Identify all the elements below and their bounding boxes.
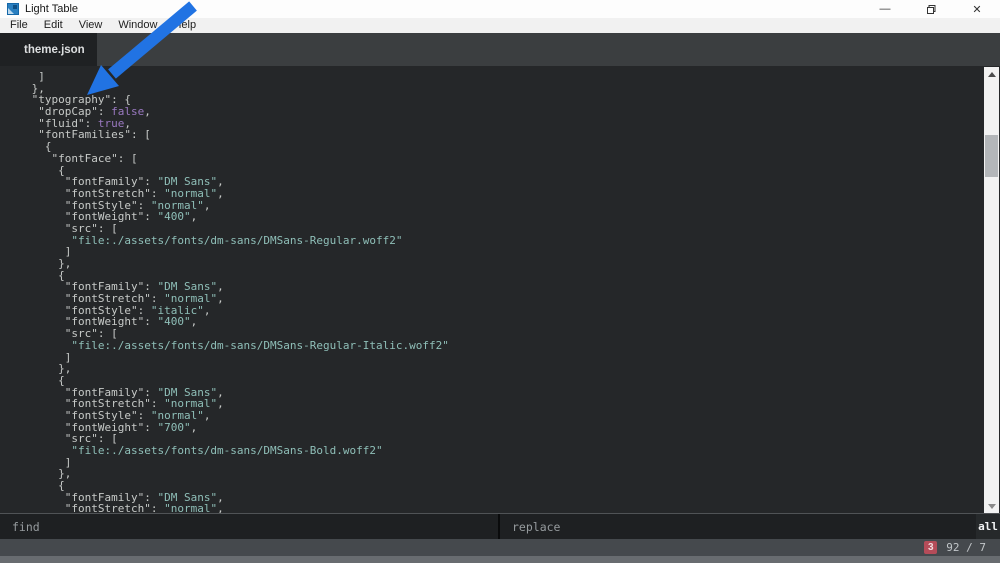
editor-pane[interactable]: ] }, "typography": { "dropCap": false, "… [0, 66, 1000, 513]
maximize-button[interactable] [908, 0, 954, 18]
window-title: Light Table [25, 3, 78, 15]
cursor-position: 92 / 7 [946, 541, 986, 554]
triangle-up-icon [988, 72, 996, 77]
code-content: ] }, "typography": { "dropCap": false, "… [0, 66, 1000, 513]
find-replace-bar: all [0, 513, 1000, 539]
tab-theme-json[interactable]: theme.json [0, 33, 97, 66]
replace-all-button[interactable]: all [976, 514, 1000, 539]
code-line: ] [25, 457, 1000, 469]
code-line: { [25, 141, 1000, 153]
code-line: "fontWeight": "400", [25, 316, 1000, 328]
code-line: ] [25, 71, 1000, 83]
menu-item-file[interactable]: File [2, 18, 36, 33]
code-line: "dropCap": false, [25, 106, 1000, 118]
code-line: "fontFace": [ [25, 153, 1000, 165]
scroll-up-button[interactable] [984, 67, 999, 81]
code-line: "typography": { [25, 94, 1000, 106]
replace-cell [500, 514, 976, 539]
scrollbar-thumb[interactable] [985, 135, 998, 177]
code-line: "file:./assets/fonts/dm-sans/DMSans-Regu… [25, 340, 1000, 352]
code-line: ] [25, 352, 1000, 364]
menu-item-help[interactable]: Help [165, 18, 204, 33]
menu-item-window[interactable]: Window [110, 18, 165, 33]
window-controls: —✕ [862, 0, 1000, 18]
scrollbar[interactable] [984, 67, 999, 513]
tab-strip: theme.json [0, 33, 1000, 66]
code-line: "fontFamilies": [ [25, 129, 1000, 141]
code-line: }, [25, 468, 1000, 480]
close-button[interactable]: ✕ [954, 0, 1000, 18]
code-line: }, [25, 83, 1000, 95]
window-bottom-edge [0, 556, 1000, 563]
code-line: ] [25, 246, 1000, 258]
code-line: "file:./assets/fonts/dm-sans/DMSans-Bold… [25, 445, 1000, 457]
code-line: "file:./assets/fonts/dm-sans/DMSans-Regu… [25, 235, 1000, 247]
find-cell [0, 514, 500, 539]
title-bar: Light Table —✕ [0, 0, 1000, 18]
code-line: "fontWeight": "700", [25, 422, 1000, 434]
status-bar: 3 92 / 7 [0, 539, 1000, 556]
code-line: "fluid": true, [25, 118, 1000, 130]
code-line: "fontWeight": "400", [25, 211, 1000, 223]
scroll-down-button[interactable] [984, 499, 999, 513]
menu-item-edit[interactable]: Edit [36, 18, 71, 33]
replace-input[interactable] [500, 514, 976, 539]
code-line: "fontStretch": "normal", [25, 503, 1000, 513]
minimize-button[interactable]: — [862, 0, 908, 18]
code-line: }, [25, 363, 1000, 375]
triangle-down-icon [988, 504, 996, 509]
menu-bar: FileEditViewWindowHelp [0, 18, 1000, 33]
app-logo-icon [7, 3, 19, 15]
error-count-badge[interactable]: 3 [924, 541, 937, 554]
code-line: }, [25, 258, 1000, 270]
find-input[interactable] [0, 514, 498, 539]
menu-item-view[interactable]: View [71, 18, 111, 33]
